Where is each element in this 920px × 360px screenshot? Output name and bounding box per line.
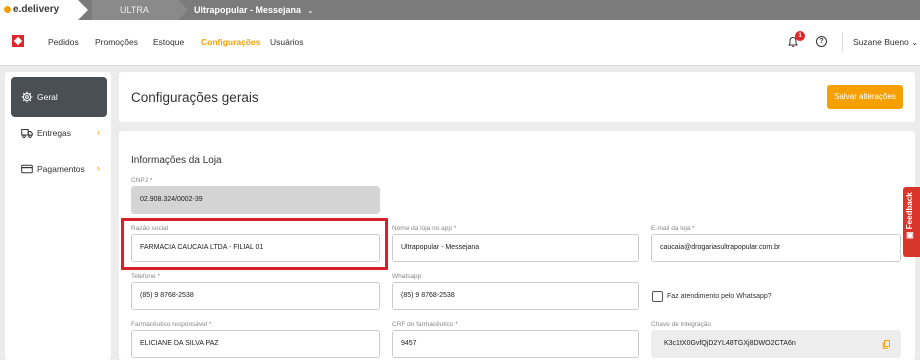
whatsapp-checkbox-label: Faz atendimento pelo Whatsapp? (667, 293, 772, 300)
save-button[interactable]: Salvar alterações (827, 85, 903, 109)
breadcrumb-network[interactable]: ULTRA POPULAR (92, 0, 178, 35)
sidebar: Geral Entregas › Pagamentos › (5, 72, 111, 360)
brand-dot-icon (4, 6, 11, 13)
truck-icon (21, 129, 33, 139)
cnpj-field: 02.908.324/0002-39 (131, 186, 380, 214)
whatsapp-label: Whatsapp (392, 273, 422, 280)
notification-badge: 1 (795, 31, 805, 41)
email-label: E-mail da loja * (651, 225, 695, 232)
whatsapp-checkbox[interactable] (652, 291, 663, 302)
chave-label: Chave de integração (651, 321, 711, 328)
page-title: Configurações gerais (131, 90, 259, 105)
farmaceutico-field[interactable]: ELICIANE DA SILVA PAZ (131, 330, 380, 358)
user-menu[interactable]: Suzane Bueno ⌄ (853, 37, 918, 48)
card-icon (21, 164, 33, 174)
crf-label: CRF do farmacêutico * (392, 321, 458, 328)
chevron-down-icon: ⌄ (911, 37, 919, 47)
chevron-right-icon: › (97, 163, 100, 173)
nav-promocoes[interactable]: Promoções (95, 37, 138, 47)
copy-icon[interactable] (882, 340, 890, 349)
chevron-right-icon: › (97, 127, 100, 137)
page-header: Configurações gerais Salvar alterações (119, 72, 915, 122)
email-field[interactable]: caucaia@drogariasultrapopular.com.br (651, 234, 901, 262)
cnpj-label: CNPJ * (131, 177, 153, 184)
sidebar-item-entregas[interactable]: Entregas › (11, 113, 107, 153)
crf-field[interactable]: 9457 (392, 330, 639, 358)
breadcrumb-arrow-icon (178, 0, 188, 20)
telefone-field[interactable]: (85) 9 8768-2538 (131, 282, 380, 310)
highlight-box (121, 218, 388, 270)
chave-field: K3c1tX0GvfQjD2YL48TGXj8DWO2CTA6n (651, 330, 901, 358)
nav-usuarios[interactable]: Usuários (270, 37, 304, 47)
feedback-icon: ▣ (905, 231, 914, 239)
whatsapp-field[interactable]: (85) 9 8768-2538 (392, 282, 639, 310)
store-selector[interactable]: Ultrapopular - Messejana ⌄ (190, 0, 314, 20)
breadcrumb-arrow-icon (78, 0, 88, 20)
nav-configuracoes[interactable]: Configurações (201, 37, 261, 47)
nome-loja-field[interactable]: Ultrapopular - Messejana (392, 234, 639, 262)
gear-icon (21, 91, 33, 103)
farmaceutico-label: Farmacêutico responsável * (131, 321, 212, 328)
breadcrumb: e.delivery ULTRA POPULAR Ultrapopular - … (0, 0, 920, 35)
sidebar-item-pagamentos[interactable]: Pagamentos › (11, 149, 107, 189)
telefone-label: Telefone * (131, 273, 160, 280)
help-icon[interactable]: ? (816, 36, 827, 47)
sidebar-item-geral[interactable]: Geral (11, 77, 107, 117)
nav-estoque[interactable]: Estoque (153, 37, 184, 47)
chave-value: K3c1tX0GvfQjD2YL48TGXj8DWO2CTA6n (664, 340, 796, 347)
nome-loja-label: Nome da loja no app * (392, 225, 457, 232)
brand-logo[interactable]: e.delivery (0, 0, 78, 20)
nav-pedidos[interactable]: Pedidos (48, 37, 79, 47)
feedback-label[interactable]: ▣ Feedback (905, 192, 914, 239)
nav-divider (842, 32, 843, 52)
top-nav: Pedidos Promoções Estoque Configurações … (0, 20, 920, 66)
brand-icon[interactable] (12, 35, 24, 47)
chevron-down-icon: ⌄ (307, 6, 314, 15)
section-title: Informações da Loja (131, 155, 222, 166)
